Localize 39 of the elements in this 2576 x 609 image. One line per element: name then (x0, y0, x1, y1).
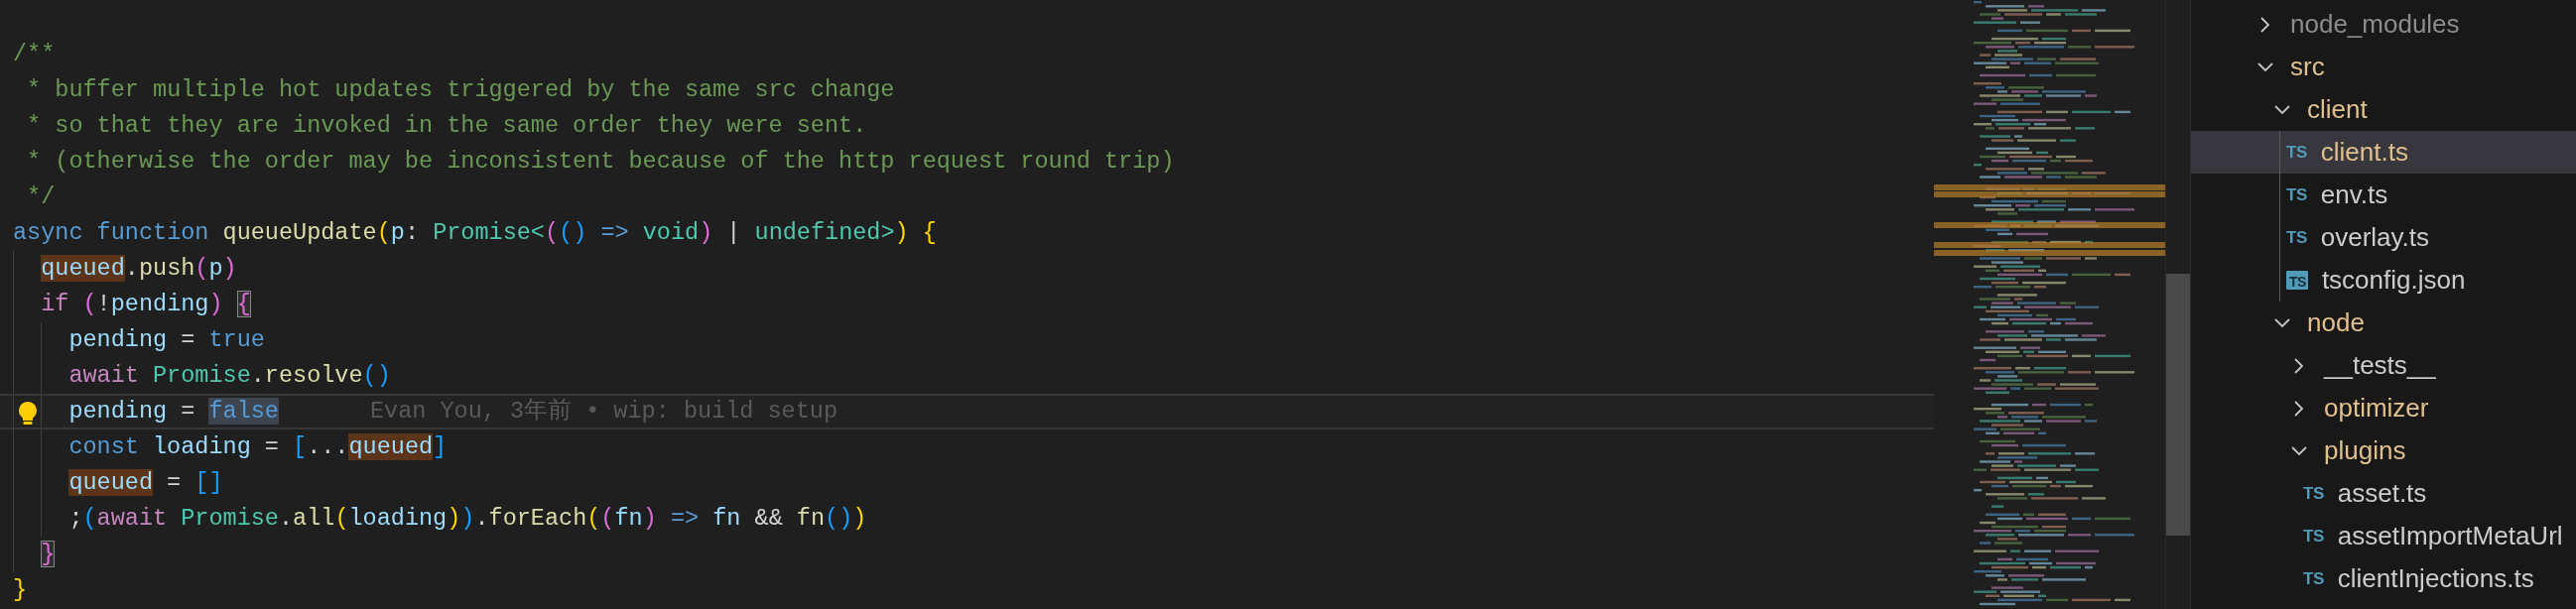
folder-item[interactable]: node (2191, 302, 2576, 344)
lightbulb-icon[interactable] (16, 401, 40, 426)
typescript-file-icon: TS (2286, 142, 2307, 163)
code-line: * buffer multiple hot updates triggered by the same src change (26, 75, 895, 105)
file-item[interactable]: TS overlay.ts (2191, 216, 2576, 259)
typescript-file-icon: TS (2286, 271, 2308, 290)
typescript-file-icon: TS (2286, 184, 2307, 205)
folder-item[interactable]: client (2191, 88, 2576, 131)
code-line: queued.push(p) (41, 254, 237, 284)
typescript-file-icon: TS (2303, 483, 2324, 504)
typescript-file-icon: TS (2286, 227, 2307, 248)
typescript-file-icon: TS (2303, 568, 2324, 589)
file-item[interactable]: TS tsconfig.json (2191, 259, 2576, 302)
blame-annotation: Evan You, 3年前 • wip: build setup (369, 397, 837, 426)
folder-item[interactable]: optimizer (2191, 387, 2576, 429)
file-item[interactable]: TS assetImportMetaUrl (2191, 515, 2576, 557)
code-line: await Promise.resolve() (68, 361, 391, 391)
file-item[interactable]: TS client.ts (2191, 131, 2576, 174)
folder-item[interactable]: node_modules (2191, 3, 2576, 46)
file-item[interactable]: TS env.ts (2191, 174, 2576, 216)
code-line: */ (26, 183, 56, 212)
code-line: const loading = [...queued] (68, 432, 448, 462)
typescript-file-icon: TS (2303, 526, 2324, 547)
folder-item[interactable]: src (2191, 46, 2576, 88)
code-line: if (!pending) { (41, 290, 251, 319)
code-line: * (otherwise the order may be inconsistent because of the http request round trip) (26, 147, 1175, 177)
folder-item[interactable]: __tests__ (2191, 344, 2576, 387)
code-line: queued = [] (68, 468, 223, 498)
scrollbar-thumb[interactable] (2166, 274, 2190, 536)
file-item[interactable]: TS clientInjections.ts (2191, 557, 2576, 600)
code-line: pending = true (68, 325, 265, 355)
code-line: pending = false (68, 397, 279, 426)
code-line: } (13, 575, 28, 605)
code-line: ;(await Promise.all(loading)).forEach((fn) => fn && fn()) (68, 504, 867, 534)
code-line: async function queueUpdate(p: Promise<(() => void) | undefined>) { (13, 218, 937, 248)
code-line: * so that they are invoked in the same order they were sent. (26, 111, 867, 141)
code-line: /** (13, 40, 56, 69)
file-item[interactable]: TS asset.ts (2191, 472, 2576, 515)
folder-item[interactable]: plugins (2191, 429, 2576, 472)
